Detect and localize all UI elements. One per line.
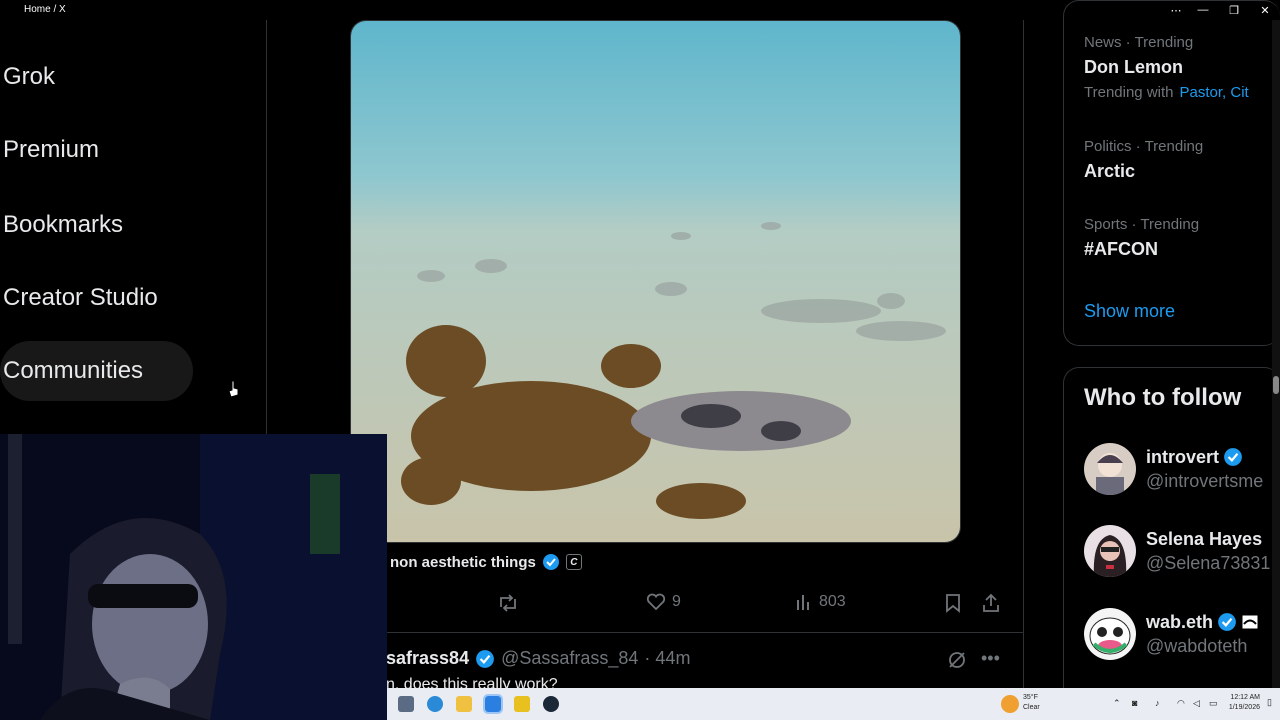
steam-icon[interactable] (543, 696, 559, 712)
fish (631, 391, 851, 451)
calculator-icon[interactable] (398, 696, 414, 712)
bookmark-button[interactable] (944, 593, 962, 613)
nav-item-premium[interactable]: Premium (0, 120, 99, 180)
microphone-icon[interactable]: ♪ (1155, 698, 1160, 708)
share-icon (983, 593, 999, 612)
trend-item-afcon[interactable]: Sports · Trending #AFCON (1084, 216, 1199, 260)
reply-time: · 44m (644, 648, 691, 668)
verified-badge-icon (1224, 448, 1242, 466)
trend-name: Don Lemon (1084, 57, 1183, 77)
repost-icon (500, 594, 516, 612)
follow-suggestion[interactable]: wab.eth @wabdoteth (1084, 608, 1259, 660)
follow-name: introvert (1146, 446, 1220, 467)
follow-name: wab.eth (1146, 611, 1214, 632)
reply-header: safrass84 @Sassafrass_84 · 44m (386, 648, 690, 669)
view-count: 803 (819, 593, 846, 610)
post-divider (386, 632, 1024, 633)
follow-suggestion[interactable]: Selena Hayes @Selena73831 (1084, 525, 1270, 577)
like-count: 9 (672, 593, 681, 610)
clock-time[interactable]: 12:12 AM (1220, 694, 1260, 701)
trend-meta: News · Trending (1084, 34, 1194, 51)
more-icon[interactable]: ••• (981, 649, 1001, 670)
weather-moon-icon[interactable] (1001, 695, 1019, 713)
window-title: Home / X (24, 4, 66, 15)
trend-meta: Politics · Trending (1084, 138, 1204, 155)
weather-temp[interactable]: 35°F (1023, 694, 1038, 701)
nav-item-bookmarks[interactable]: Bookmarks (0, 195, 123, 255)
weather-desc: Clear (1023, 704, 1040, 711)
post-author-line[interactable]: non aesthetic things C (390, 553, 582, 571)
bookmark-icon (946, 594, 960, 613)
trend-name: #AFCON (1084, 239, 1159, 259)
nav-item-label: Premium (3, 136, 100, 163)
avatar[interactable] (1084, 443, 1136, 495)
notification-icon[interactable]: ▯ (1267, 697, 1272, 708)
nav-item-communities[interactable]: Communities (0, 341, 193, 401)
network-sync-icon[interactable]: ◙ (1132, 698, 1137, 708)
chevron-up-icon[interactable]: ⌃ (1113, 698, 1121, 709)
webcam-overlay (0, 434, 387, 720)
show-more-link[interactable]: Show more (1084, 301, 1175, 322)
follow-name: Selena Hayes (1146, 528, 1263, 549)
file-explorer-icon[interactable] (456, 696, 472, 712)
share-button[interactable] (981, 593, 1001, 613)
speaker-icon[interactable]: ◁ (1193, 698, 1200, 709)
avatar[interactable] (1084, 525, 1136, 577)
avatar[interactable] (1084, 608, 1136, 660)
nav-item-label: Communities (3, 357, 144, 384)
x-app-icon[interactable] (483, 694, 503, 714)
follow-handle: @introvertsme (1146, 470, 1264, 491)
paint-icon[interactable] (514, 696, 530, 712)
follow-suggestion[interactable]: introvert @introvertsme (1084, 443, 1263, 495)
follow-handle: @Selena73831 (1146, 552, 1271, 573)
mouse-cursor-icon (228, 380, 239, 398)
underwater-video-frame (351, 21, 960, 542)
grok-explain-icon[interactable] (947, 650, 967, 670)
repost-button[interactable] (497, 593, 519, 613)
trend-with: Trending with Pastor, Cit (1084, 84, 1249, 101)
follow-handle: @wabdoteth (1146, 635, 1248, 656)
trend-item-arctic[interactable]: Politics · Trending Arctic (1084, 138, 1203, 182)
post-video[interactable] (350, 20, 961, 543)
trend-with-links[interactable]: Pastor, Cit (1180, 84, 1249, 101)
heart-icon (646, 593, 666, 611)
post-author-name[interactable]: non aesthetic things (390, 554, 536, 571)
trend-meta: Sports · Trending (1084, 216, 1200, 233)
verified-badge-icon (1218, 613, 1236, 631)
who-to-follow-title: Who to follow (1084, 384, 1242, 411)
affiliate-icon (1241, 614, 1259, 630)
nav-item-creator-studio[interactable]: Creator Studio (0, 268, 158, 328)
nav-item-label: Creator Studio (3, 284, 158, 311)
windows-taskbar: 35°F Clear ⌃ ◙ ♪ ◠ ◁ ▭ 12:12 AM 1/19/202… (387, 688, 1280, 720)
trend-with-label: Trending with (1084, 84, 1174, 101)
page-scrollbar[interactable] (1272, 20, 1280, 688)
nav-item-label: Grok (3, 63, 56, 90)
battery-icon[interactable]: ▭ (1209, 698, 1218, 709)
views-chart-icon (797, 595, 809, 610)
left-navigation: Grok Premium Bookmarks Creator Studio Co… (0, 20, 267, 434)
clock-date[interactable]: 1/19/2026 (1220, 704, 1260, 711)
like-button[interactable]: 9 (646, 593, 681, 611)
verified-badge-icon (476, 649, 494, 668)
trend-name: Arctic (1084, 161, 1136, 181)
affiliate-badge: C (565, 554, 582, 570)
edge-browser-icon[interactable] (427, 696, 443, 712)
nav-item-grok[interactable]: Grok (0, 47, 55, 107)
views-button[interactable]: 803 (795, 593, 846, 611)
verified-badge-icon (542, 554, 559, 570)
webcam-feed (0, 434, 387, 720)
reply-author-name[interactable]: safrass84 (386, 648, 469, 669)
trend-item-don-lemon[interactable]: News · Trending Don Lemon Trending with P… (1084, 34, 1249, 101)
reply-handle[interactable]: @Sassafrass_84 (501, 648, 638, 669)
nav-item-label: Bookmarks (3, 211, 124, 238)
wifi-icon[interactable]: ◠ (1177, 698, 1185, 709)
scrollbar-thumb[interactable] (1273, 376, 1279, 394)
reply-text: n, does this really work? (386, 676, 558, 688)
